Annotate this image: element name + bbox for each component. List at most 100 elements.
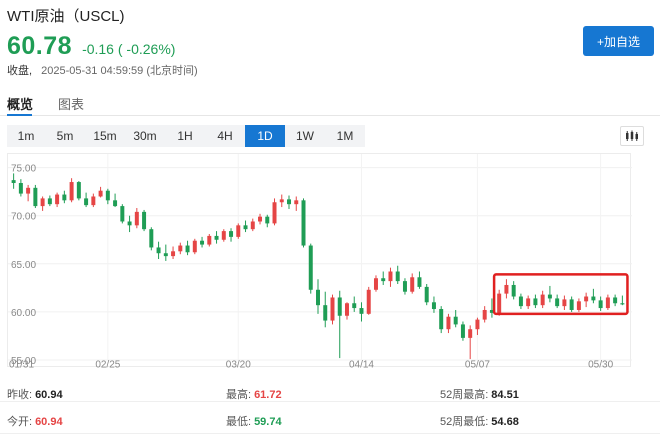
period-1m[interactable]: 1m bbox=[7, 125, 45, 147]
period-5m[interactable]: 5m bbox=[45, 125, 85, 147]
x-tick-label: 04/14 bbox=[349, 360, 374, 369]
candle-body bbox=[221, 231, 226, 240]
x-tick-label: 02/25 bbox=[95, 360, 120, 369]
price-chart[interactable]: 75.00 70.00 65.00 60.00 55.00 02/25 03/20 04/14… bbox=[7, 153, 632, 368]
period-4h[interactable]: 4H bbox=[205, 125, 245, 147]
candle-body bbox=[475, 319, 480, 330]
candle-body bbox=[214, 235, 219, 240]
candlestick-chart[interactable]: 75.0070.0065.0060.0055.00 02/25 03/20 04/14… bbox=[8, 154, 632, 368]
candle-body bbox=[40, 198, 45, 207]
candle-body bbox=[497, 293, 502, 313]
active-tab-indicator bbox=[7, 114, 32, 116]
period-15m[interactable]: 15m bbox=[85, 125, 125, 147]
candle-body bbox=[576, 301, 581, 310]
price-change: -0.16 ( -0.26%) bbox=[82, 41, 176, 57]
candle-body bbox=[424, 286, 429, 303]
candle-body bbox=[388, 271, 393, 282]
candle-body bbox=[55, 194, 60, 205]
period-selector: 1m 5m 15m 30m 1H 4H 1D 1W 1M bbox=[7, 125, 365, 147]
stat-52w-low: 52周最低: 54.68 bbox=[440, 416, 519, 428]
candle-body bbox=[301, 200, 306, 246]
candle-body bbox=[134, 211, 139, 226]
stat-value: 61.72 bbox=[254, 389, 282, 401]
stat-52w-high: 52周最高: 84.51 bbox=[440, 389, 519, 401]
candle-body bbox=[84, 198, 89, 206]
tab-bar: 概览 图表 bbox=[0, 92, 660, 116]
candle-body bbox=[511, 284, 516, 297]
candle-body bbox=[287, 199, 292, 205]
candle-body bbox=[453, 316, 458, 325]
candle-body bbox=[98, 190, 103, 197]
tab-overview[interactable]: 概览 bbox=[7, 94, 33, 113]
stat-value: 59.74 bbox=[254, 416, 282, 428]
candle-body bbox=[547, 294, 552, 299]
candle-body bbox=[18, 183, 23, 194]
candle-body bbox=[149, 229, 154, 248]
stat-high: 最高: 61.72 bbox=[226, 389, 282, 401]
candle-body bbox=[431, 302, 436, 310]
instrument-title: WTI原油（USCL) bbox=[7, 8, 125, 25]
period-1h[interactable]: 1H bbox=[165, 125, 205, 147]
stat-value: 84.51 bbox=[491, 389, 519, 401]
candle-body bbox=[26, 187, 31, 194]
candle-body bbox=[178, 245, 183, 252]
candle-body bbox=[47, 198, 52, 205]
y-tick-label: 75.00 bbox=[11, 164, 36, 175]
candle-body bbox=[540, 294, 545, 306]
candle-body bbox=[229, 231, 234, 237]
candle-body bbox=[250, 221, 255, 230]
candle-body bbox=[620, 303, 625, 305]
divider bbox=[0, 433, 660, 434]
candle-body bbox=[323, 305, 328, 321]
candle-body bbox=[605, 297, 610, 309]
period-1w[interactable]: 1W bbox=[285, 125, 325, 147]
candle-body bbox=[316, 289, 320, 306]
candle-body bbox=[598, 300, 603, 309]
candle-body bbox=[243, 225, 248, 230]
quote-timestamp: 2025-05-31 04:59:59 (北京时间) bbox=[41, 65, 198, 77]
tab-chart[interactable]: 图表 bbox=[58, 94, 84, 113]
add-watchlist-button[interactable]: +加自选 bbox=[583, 26, 654, 56]
candle-body bbox=[584, 296, 589, 302]
candle-body bbox=[163, 253, 168, 257]
divider bbox=[0, 401, 660, 402]
candle-body bbox=[439, 309, 444, 330]
candle-body bbox=[366, 289, 371, 314]
candle-body bbox=[171, 251, 176, 257]
candle-body bbox=[200, 240, 205, 245]
stat-value: 54.68 bbox=[491, 416, 519, 428]
candle-body bbox=[417, 277, 422, 287]
candle-body bbox=[156, 247, 161, 254]
candle-body bbox=[526, 298, 531, 307]
candle-body bbox=[142, 211, 147, 230]
candle-body bbox=[562, 299, 567, 307]
candle-body bbox=[272, 202, 277, 224]
candle-body bbox=[518, 296, 523, 307]
stat-value: 60.94 bbox=[35, 389, 63, 401]
candle-body bbox=[555, 298, 560, 307]
candle-body bbox=[76, 182, 81, 199]
candle-body bbox=[258, 216, 263, 222]
candle-body bbox=[569, 299, 574, 310]
period-1mo[interactable]: 1M bbox=[325, 125, 365, 147]
candlestick-icon bbox=[626, 130, 638, 141]
x-tick-label: 03/20 bbox=[226, 360, 251, 369]
chart-type-button[interactable] bbox=[620, 126, 644, 146]
y-tick-label: 65.00 bbox=[11, 260, 36, 271]
candle-body bbox=[91, 196, 96, 206]
x-tick-label: 05/30 bbox=[588, 360, 613, 369]
candle-body bbox=[105, 190, 110, 201]
candle-body bbox=[185, 245, 190, 253]
y-tick-label: 60.00 bbox=[11, 308, 36, 319]
x-tick-label: 01/31 bbox=[9, 360, 34, 369]
period-1d[interactable]: 1D bbox=[245, 125, 285, 147]
candle-body bbox=[446, 316, 451, 330]
candle-body bbox=[236, 225, 241, 237]
candle-body bbox=[120, 206, 125, 222]
candle-body bbox=[613, 297, 618, 304]
y-tick-label: 70.00 bbox=[11, 212, 36, 223]
last-price: 60.78 bbox=[7, 32, 73, 60]
stat-prev-close: 昨收: 60.94 bbox=[7, 389, 63, 401]
period-30m[interactable]: 30m bbox=[125, 125, 165, 147]
candle-body bbox=[395, 271, 400, 282]
